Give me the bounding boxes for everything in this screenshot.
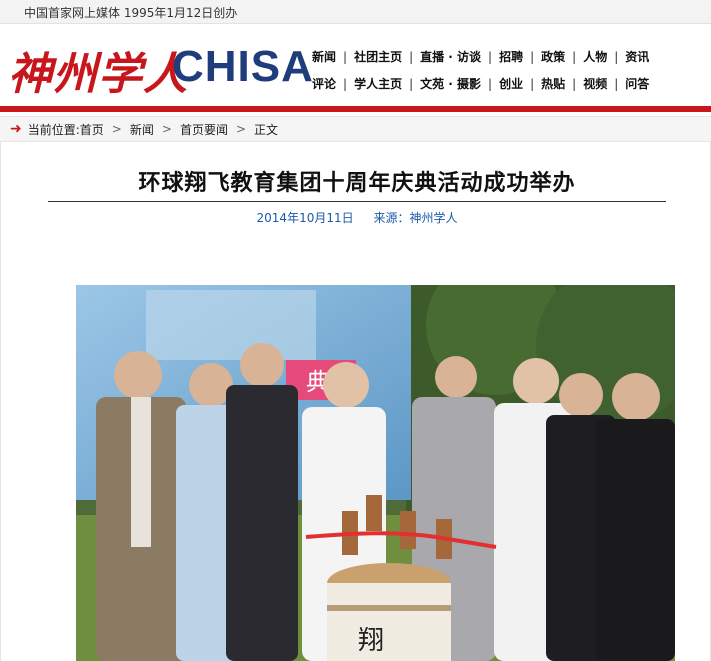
sake-barrel: 翔 bbox=[327, 563, 451, 661]
nav-item-news[interactable]: 新闻 bbox=[312, 48, 336, 65]
main-nav-row-2: 评论 | 学人主页 | 文苑 · 摄影 | 创业 | 热贴 | 视频 | 问答 bbox=[312, 75, 650, 92]
site-tagline: 中国首家网上媒体 1995年1月12日创办 bbox=[24, 6, 238, 20]
article-photo: 典 翔 bbox=[76, 285, 675, 661]
nav-item-scholar-home[interactable]: 学人主页 bbox=[354, 75, 402, 92]
breadcrumb-label: 当前位置: bbox=[27, 122, 80, 137]
nav-item-live-interview[interactable]: 直播 · 访谈 bbox=[420, 48, 481, 65]
arrow-right-icon: ➜ bbox=[10, 121, 22, 137]
nav-item-video[interactable]: 视频 bbox=[583, 75, 607, 92]
breadcrumb: ➜ 当前位置: 首页 > 新闻 > 首页要闻 > 正文 bbox=[0, 116, 711, 142]
site-header: 神州学人 CHISA 新闻 | 社团主页 | 直播 · 访谈 | 招聘 | 政策 | 人物… bbox=[0, 24, 711, 108]
nav-item-literature-photo[interactable]: 文苑 · 摄影 bbox=[420, 75, 481, 92]
chevron-right-icon: > bbox=[111, 122, 122, 136]
breadcrumb-news[interactable]: 新闻 bbox=[130, 121, 154, 138]
logo-chinese[interactable]: 神州学人 bbox=[8, 38, 188, 102]
chevron-right-icon: > bbox=[235, 122, 247, 136]
breadcrumb-headlines[interactable]: 首页要闻 bbox=[180, 121, 228, 138]
title-divider bbox=[48, 201, 666, 202]
breadcrumb-current: 正文 bbox=[254, 122, 279, 137]
top-bar: 中国首家网上媒体 1995年1月12日创办 bbox=[0, 0, 711, 24]
article-source: 来源：神州学人 bbox=[373, 211, 458, 225]
article-title: 环球翔飞教育集团十周年庆典活动成功举办 bbox=[138, 171, 576, 196]
nav-item-society-home[interactable]: 社团主页 bbox=[354, 48, 402, 65]
header-divider bbox=[0, 106, 711, 112]
article-date: 2014年10月11日 bbox=[256, 211, 354, 225]
nav-item-people[interactable]: 人物 bbox=[583, 48, 607, 65]
logo-english[interactable]: CHISA bbox=[172, 42, 314, 92]
nav-item-qa[interactable]: 问答 bbox=[625, 75, 649, 92]
nav-item-jobs[interactable]: 招聘 bbox=[499, 48, 523, 65]
breadcrumb-home[interactable]: 首页 bbox=[80, 121, 104, 138]
article-meta: 2014年10月11日 来源：神州学人 bbox=[48, 209, 666, 226]
nav-item-startup[interactable]: 创业 bbox=[499, 75, 523, 92]
nav-item-info[interactable]: 资讯 bbox=[625, 48, 649, 65]
nav-item-comment[interactable]: 评论 bbox=[312, 75, 336, 92]
nav-item-hot-posts[interactable]: 热贴 bbox=[541, 75, 565, 92]
chevron-right-icon: > bbox=[161, 122, 172, 136]
ceremony-photo-illustration: 典 翔 bbox=[76, 285, 675, 661]
barrel-text: 翔 bbox=[358, 626, 384, 656]
main-nav-row-1: 新闻 | 社团主页 | 直播 · 访谈 | 招聘 | 政策 | 人物 | 资讯 bbox=[312, 48, 650, 65]
nav-item-policy[interactable]: 政策 bbox=[541, 48, 565, 65]
